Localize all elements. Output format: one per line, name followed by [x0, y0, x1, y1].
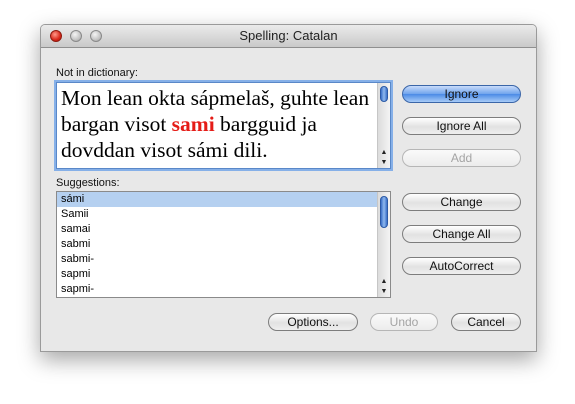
- suggestion-item[interactable]: samai: [57, 222, 377, 237]
- suggestions-scrollbar[interactable]: ▲ ▼: [377, 192, 390, 297]
- suggestions-scroll-up-icon[interactable]: ▲: [378, 277, 390, 287]
- context-scroll-down-icon[interactable]: ▼: [378, 158, 390, 168]
- context-text: Mon lean okta sápmelaš, guhte lean barga…: [61, 85, 373, 163]
- suggestion-item[interactable]: sapmi-: [57, 282, 377, 297]
- context-scroll-thumb[interactable]: [380, 86, 388, 102]
- suggestion-item[interactable]: Samii: [57, 207, 377, 222]
- suggestion-item[interactable]: sabmi-: [57, 252, 377, 267]
- context-scrollbar[interactable]: ▲ ▼: [377, 83, 390, 168]
- suggestion-item[interactable]: sabmi: [57, 237, 377, 252]
- change-all-button[interactable]: Change All: [402, 225, 521, 243]
- options-button[interactable]: Options...: [268, 313, 358, 331]
- add-button[interactable]: Add: [402, 149, 521, 167]
- window-title: Spelling: Catalan: [239, 28, 338, 43]
- cancel-button[interactable]: Cancel: [451, 313, 521, 331]
- title-bar[interactable]: Spelling: Catalan: [41, 25, 536, 48]
- undo-button[interactable]: Undo: [370, 313, 438, 331]
- misspelled-context-textbox[interactable]: Mon lean okta sápmelaš, guhte lean barga…: [56, 82, 391, 169]
- suggestion-item[interactable]: sapmi: [57, 267, 377, 282]
- autocorrect-button[interactable]: AutoCorrect: [402, 257, 521, 275]
- context-scroll-up-icon[interactable]: ▲: [378, 148, 390, 158]
- misspelled-word: sami: [171, 112, 215, 136]
- suggestions-scroll-down-icon[interactable]: ▼: [378, 287, 390, 297]
- change-button[interactable]: Change: [402, 193, 521, 211]
- suggestions-scroll-thumb[interactable]: [380, 196, 388, 228]
- suggestions-list[interactable]: sámi Samii samai sabmi sabmi- sapmi sapm…: [56, 191, 391, 298]
- ignore-button[interactable]: Ignore: [402, 85, 521, 103]
- spelling-window: Spelling: Catalan Not in dictionary: Mon…: [40, 24, 537, 352]
- not-in-dictionary-label: Not in dictionary:: [56, 67, 138, 79]
- ignore-all-button[interactable]: Ignore All: [402, 117, 521, 135]
- suggestion-item[interactable]: sámi: [57, 192, 377, 207]
- suggestions-label: Suggestions:: [56, 177, 120, 189]
